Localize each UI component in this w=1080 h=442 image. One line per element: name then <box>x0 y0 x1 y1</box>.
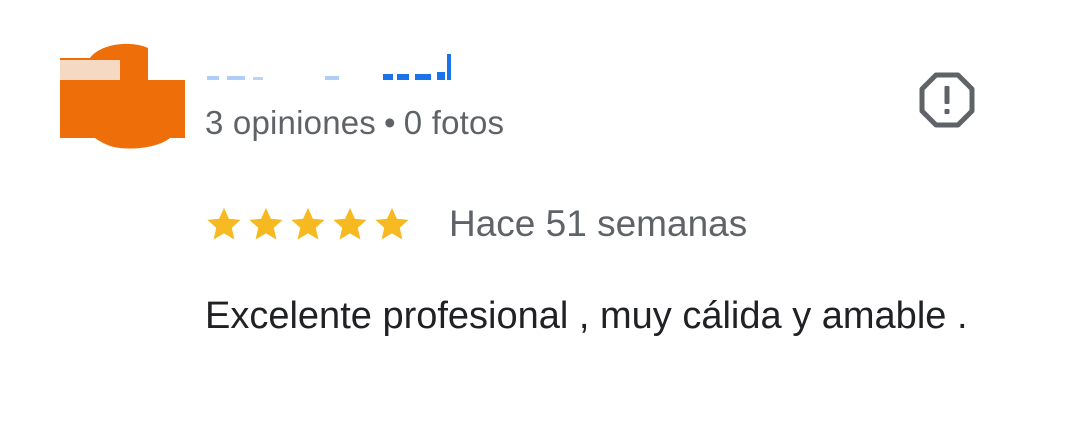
author-name-redacted[interactable] <box>205 50 465 86</box>
rating-row: Hace 51 semanas <box>205 198 747 250</box>
separator-dot: • <box>384 104 396 141</box>
review-time: Hace 51 semanas <box>449 203 748 244</box>
author-stats: 3 opiniones • 0 fotos <box>205 104 504 142</box>
avatar[interactable] <box>60 40 188 150</box>
star-icon <box>333 207 367 240</box>
review-text: Excelente profesional , muy cálida y ama… <box>205 295 968 337</box>
star-icon <box>249 207 283 240</box>
star-icon <box>375 207 409 240</box>
review-count: 3 opiniones <box>205 104 377 141</box>
star-icon <box>207 207 241 240</box>
photo-count: 0 fotos <box>403 104 505 141</box>
star-rating <box>205 205 411 243</box>
star-icon <box>291 207 325 240</box>
review-card: 3 opiniones • 0 fotos Hace 51 semanas Exce… <box>0 0 1080 442</box>
report-icon[interactable] <box>919 72 975 128</box>
